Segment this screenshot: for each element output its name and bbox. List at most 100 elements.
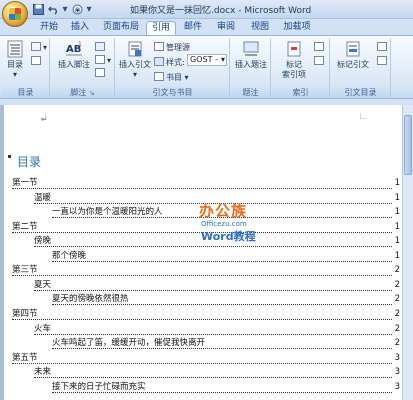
toc-entry-page: 1 <box>393 249 400 262</box>
vertical-scrollbar[interactable] <box>402 105 413 400</box>
tab-addins[interactable]: 加载项 <box>280 21 314 35</box>
tab-mailings[interactable]: 邮件 <box>180 21 206 35</box>
show-notes-icon <box>95 68 105 77</box>
style-label: 样式: <box>166 58 185 67</box>
insert-citation-label: 插入引文 <box>119 60 151 69</box>
office-button[interactable] <box>2 1 28 27</box>
group-captions: 插入题注 题注 <box>231 38 271 98</box>
insert-toa-button[interactable] <box>377 42 389 53</box>
tab-references[interactable]: 引用 <box>146 21 176 35</box>
citation-icon <box>128 41 142 57</box>
manage-sources-label: 管理源 <box>166 43 190 52</box>
style-icon <box>154 57 164 66</box>
dialog-launcher-icon[interactable]: ↘ <box>89 89 95 97</box>
show-notes-button[interactable] <box>95 68 107 79</box>
toc-entry-page: 3 <box>393 351 400 364</box>
undo-dropdown-icon[interactable]: ▾ <box>62 4 68 16</box>
bibliography-button[interactable]: 书目 ▾ <box>154 72 189 83</box>
toc-entry-text: 第一节 <box>12 178 40 188</box>
mark-entry-button[interactable]: 标记 索引项 <box>280 40 308 80</box>
insert-citation-button[interactable]: 插入引文 ▾ <box>118 40 152 80</box>
crop-mark-top-right <box>360 113 366 119</box>
toc-entry-page: 2 <box>393 264 400 277</box>
citation-style-select[interactable]: GOST - ▾ <box>187 54 227 66</box>
next-footnote-button[interactable]: ▾ <box>95 55 111 66</box>
toc-entry-page: 1 <box>393 177 400 189</box>
group-toa-label: 引文目录 <box>331 87 390 98</box>
toc-entry[interactable]: 第一节 1 <box>12 177 400 189</box>
group-toc-label: 目录 <box>2 87 49 98</box>
insert-caption-button[interactable]: 插入题注 <box>233 40 269 70</box>
toc-entry-text: 第三节 <box>12 265 40 276</box>
toc-entry-page: 2 <box>393 337 400 350</box>
undo-icon[interactable] <box>47 4 59 16</box>
mark-citation-icon <box>346 41 360 57</box>
insert-footnote-label: 插入脚注 <box>58 60 90 69</box>
toc-entry[interactable]: 第三节 2 <box>12 264 400 277</box>
tab-insert[interactable]: 插入 <box>67 21 93 35</box>
update-table-icon <box>31 56 41 65</box>
toc-entry[interactable]: 未来 3 <box>34 366 400 379</box>
toc-entry[interactable]: 火车鸣起了笛，缓缓开动，催促我快离开 2 <box>52 337 400 350</box>
update-index-button[interactable] <box>314 56 326 67</box>
toc-entry-text: 一直以为你是个温暖阳光的人 <box>52 207 165 218</box>
watermark-word-label: Word教程 <box>201 230 256 243</box>
citation-style-value: GOST - <box>190 55 218 64</box>
endnote-icon <box>95 42 105 51</box>
scrollbar-thumb[interactable] <box>404 115 412 175</box>
document-area: ↵ 目录 第一节 1 温暖 1 一直以为你是个温暖阳光的人 1 第二节 1 傍晚 1 那个傍晚 1 第三… <box>0 105 413 400</box>
toc-entry-text: 夏天 <box>34 279 54 290</box>
update-table-button[interactable] <box>31 56 43 67</box>
style-dropdown-icon: ▾ <box>220 55 225 64</box>
mark-citation-label: 标记引文 <box>337 60 369 69</box>
group-captions-label: 题注 <box>231 87 270 98</box>
mark-citation-button[interactable]: 标记引文 <box>333 40 373 70</box>
toc-entry-page: 2 <box>393 293 400 306</box>
toc-entry-text: 傍晚 <box>34 236 54 247</box>
toc-entry[interactable]: 夏天 2 <box>34 278 400 291</box>
mark-entry-label-2: 索引项 <box>282 70 306 79</box>
update-toa-button[interactable] <box>377 56 389 67</box>
toc-entry[interactable]: 夏天的傍晚依然很热 2 <box>52 293 400 306</box>
save-icon[interactable] <box>32 4 44 16</box>
window-title: 如果你又是一抹回忆.docx - Microsoft Word <box>130 6 312 16</box>
tab-view[interactable]: 视图 <box>247 21 273 35</box>
qat-more-icon[interactable]: ▾ <box>86 4 92 16</box>
toc-entry[interactable]: 火车 2 <box>34 322 400 335</box>
watermark-url: Officezu.com <box>201 220 247 228</box>
heading-bullet <box>8 155 11 158</box>
toc-entry[interactable]: 第四节 2 <box>12 307 400 320</box>
document-page[interactable]: ↵ 目录 第一节 1 温暖 1 一直以为你是个温暖阳光的人 1 第二节 1 傍晚 1 那个傍晚 1 第三… <box>4 105 402 400</box>
watermark-logo: 办公族 Officezu.com Word教程 <box>199 200 269 246</box>
manage-sources-button[interactable]: 管理源 <box>154 42 190 53</box>
toc-entry[interactable]: 接下来的日子忙碌而充实 3 <box>52 380 400 393</box>
insert-endnote-button[interactable] <box>95 42 107 53</box>
insert-index-button[interactable] <box>314 42 326 53</box>
toc-button[interactable]: 目录 ▾ <box>4 40 26 80</box>
tab-review[interactable]: 审阅 <box>213 21 239 35</box>
toc-entry[interactable]: 那个傍晚 1 <box>52 249 400 262</box>
customize-qat-icon[interactable]: ❀ <box>71 4 83 16</box>
toc-entry-text: 温暖 <box>34 192 54 203</box>
tab-home[interactable]: 开始 <box>36 21 62 35</box>
toc-heading: 目录 <box>17 155 42 169</box>
group-footnotes: AB 1 插入脚注 ▾ 脚注 ↘ <box>51 38 115 98</box>
ribbon: 目录 ▾ ▾ 目录 AB 1 插入脚注 ▾ 脚注 ↘ 插入引文 ▾ 管理源 样式: 书… <box>0 35 413 99</box>
svg-text:1: 1 <box>78 41 82 48</box>
toc-entry-page: 2 <box>393 307 400 320</box>
insert-footnote-button[interactable]: AB 1 插入脚注 <box>57 40 91 70</box>
group-citations-label: 引文与书目 <box>116 87 229 98</box>
bibliography-icon <box>154 72 164 81</box>
tab-page-layout[interactable]: 页面布局 <box>100 21 142 35</box>
group-citations: 插入引文 ▾ 管理源 样式: 书目 ▾ 引文与书目 <box>116 38 230 98</box>
toc-entry-text: 那个傍晚 <box>52 250 89 261</box>
update-index-icon <box>314 56 324 65</box>
add-text-button[interactable]: ▾ <box>31 42 47 53</box>
style-label-wrap: 样式: <box>154 57 185 68</box>
insert-caption-label: 插入题注 <box>235 60 267 69</box>
toc-entry[interactable]: 第五节 3 <box>12 351 400 364</box>
group-toc: 目录 ▾ ▾ 目录 <box>2 38 50 98</box>
toc-entry-text: 接下来的日子忙碌而充实 <box>52 381 148 392</box>
toc-entry-text: 第四节 <box>12 308 40 319</box>
office-logo-icon <box>9 8 21 20</box>
